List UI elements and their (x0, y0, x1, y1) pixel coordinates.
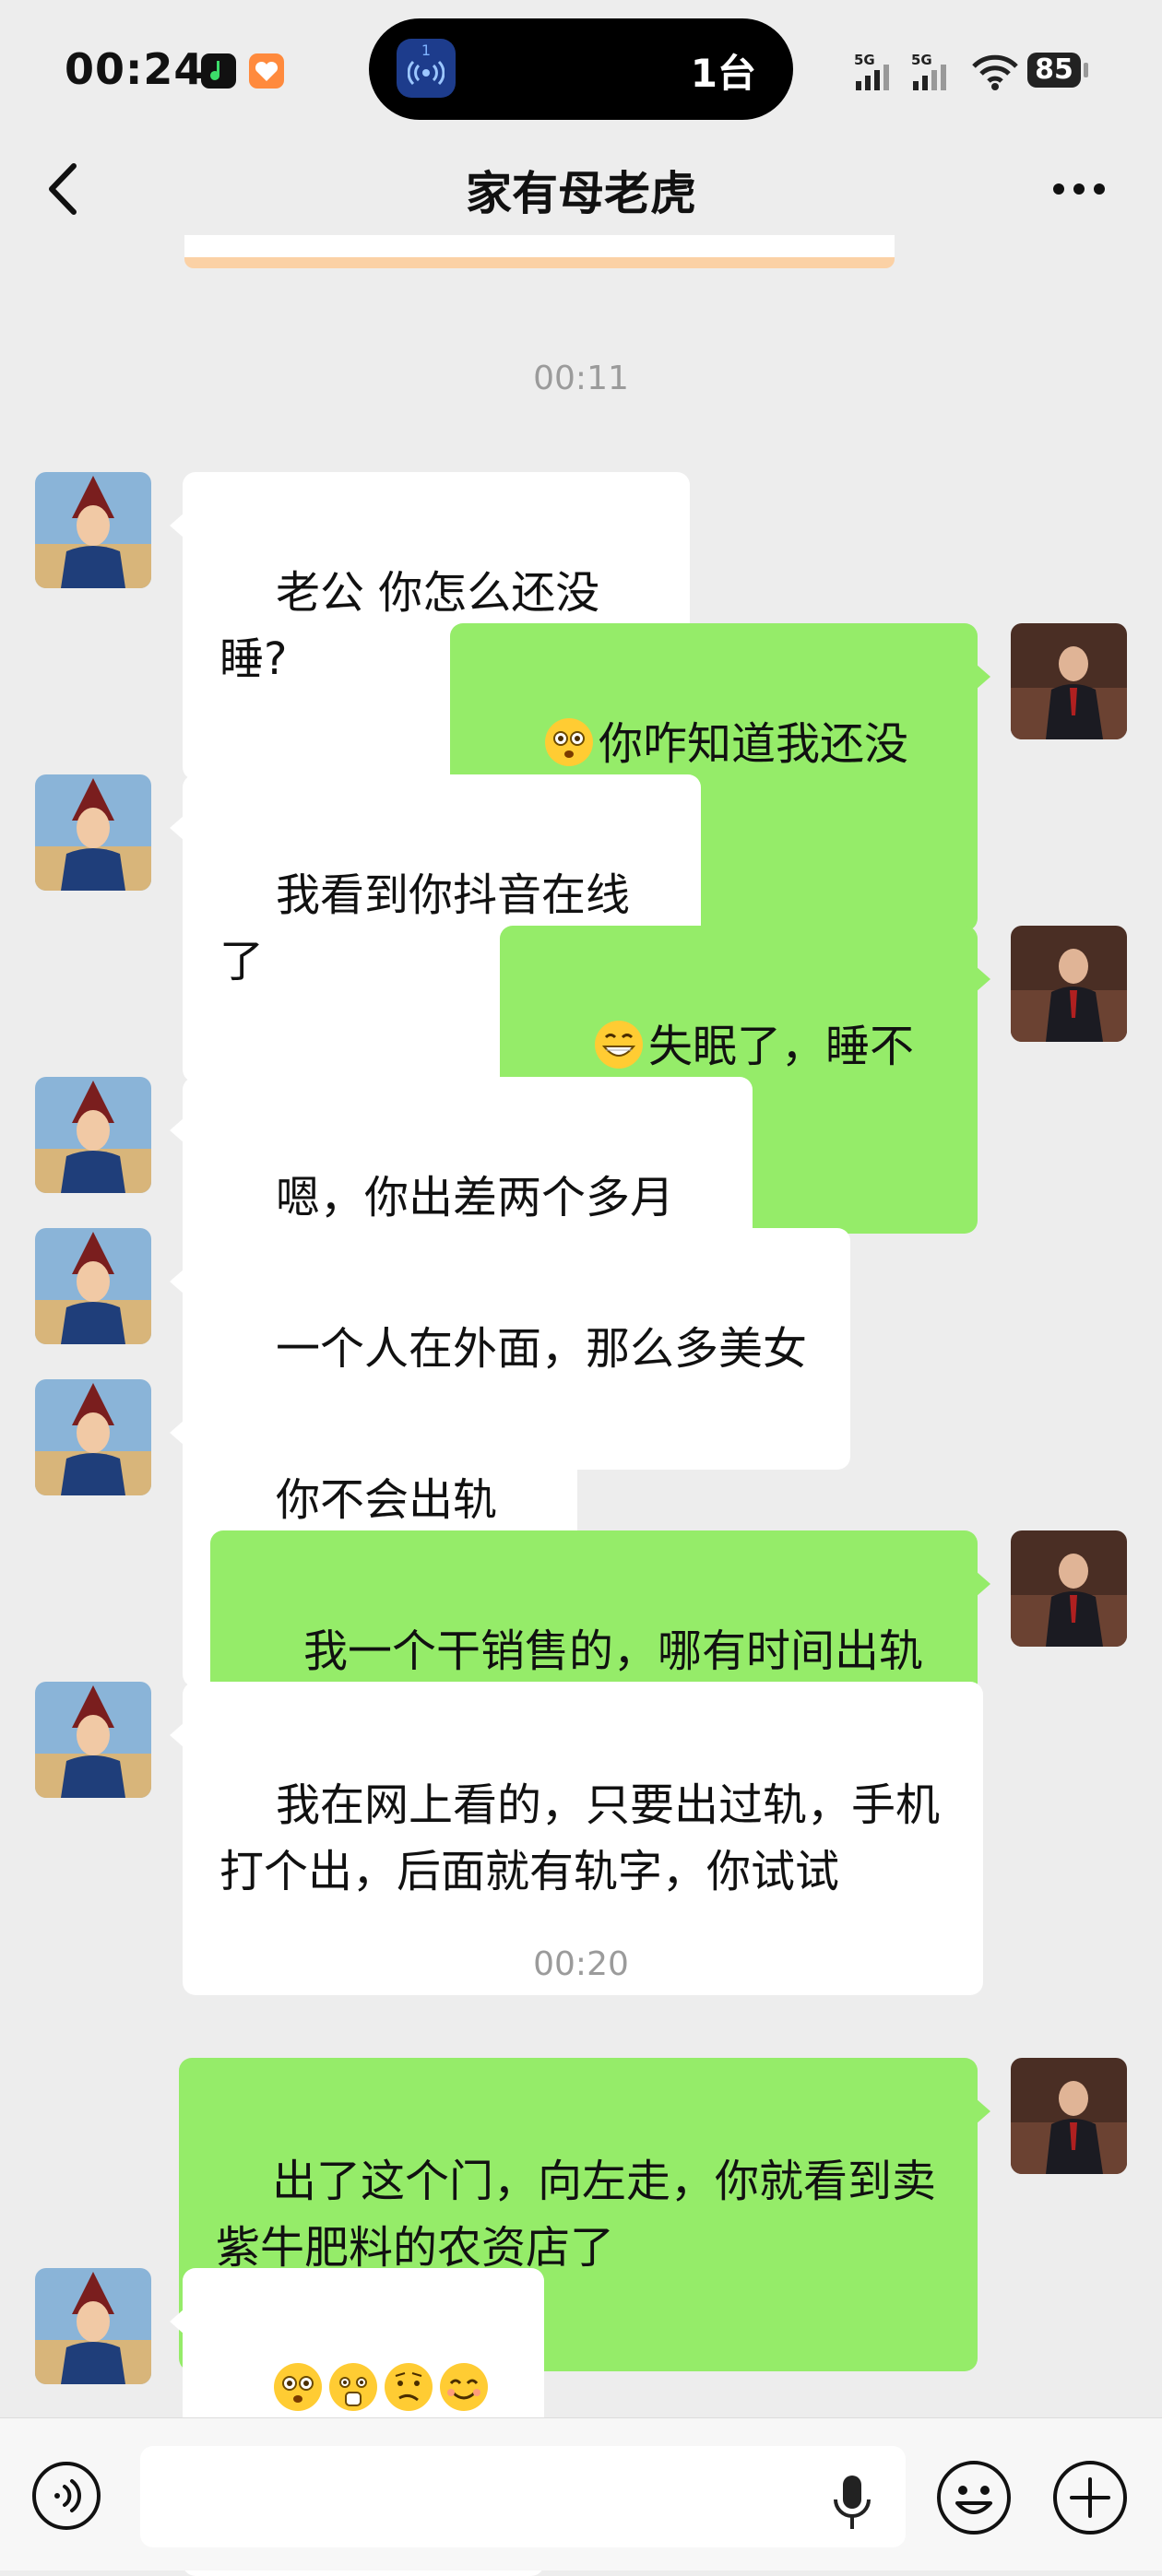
chat-title: 家有母老虎 (466, 167, 696, 220)
more-button[interactable] (1042, 175, 1116, 203)
svg-text:5G: 5G (854, 52, 875, 68)
voice-mode-button[interactable] (31, 2461, 101, 2531)
message-input[interactable] (140, 2446, 906, 2547)
fearful-face-icon (329, 2363, 378, 2411)
message-row: 失眠了，睡不着 (0, 926, 1162, 1234)
message-row: 你咋知道我还没睡 (0, 623, 1162, 931)
avatar-contact[interactable] (35, 1379, 151, 1495)
message-row: 出了这个门，向左走，你就看到卖 紫牛肥料的农资店了 (0, 2058, 1162, 2371)
message-row: 我一个干销售的，哪有时间出轨 (0, 1530, 1162, 1772)
dynamic-island[interactable]: 1 1台 (369, 18, 793, 120)
message-text: 出了这个门，向左走，你就看到卖 紫牛肥料的农资店了 (216, 2156, 937, 2274)
message-text: 我一个干销售的，哪有时间出轨 (303, 1625, 924, 1677)
microphone-icon[interactable] (832, 2474, 872, 2531)
confused-face-icon (385, 2363, 433, 2411)
message-row: 你不会出轨吧? (0, 1379, 1162, 1687)
message-text: 我在网上看的，只要出过轨，手机 打个出，后面就有轨字，你试试 (219, 1779, 941, 1897)
message-timestamp: 00:20 (533, 1945, 629, 1983)
input-bar (0, 2417, 1162, 2570)
device-count: 1台 (690, 51, 756, 96)
music-app-icon (201, 53, 236, 89)
flushed-face-icon (545, 718, 594, 766)
emoji-icon (937, 2461, 1011, 2535)
smiling-face-icon (440, 2363, 489, 2411)
message-row (0, 2268, 1162, 2576)
avatar-contact[interactable] (35, 1682, 151, 1798)
previous-message-bubble[interactable] (184, 235, 895, 268)
svg-text:5G: 5G (911, 52, 932, 68)
avatar-contact[interactable] (35, 472, 151, 588)
message-row: 我在网上看的，只要出过轨，手机 打个出，后面就有轨字，你试试 (0, 1682, 1162, 1995)
avatar-contact[interactable] (35, 1077, 151, 1193)
cellular-signal-icon: 5G (852, 52, 898, 92)
message-text: 一个人在外面，那么多美女 (276, 1323, 808, 1375)
message-row: 嗯，你出差两个多月了 (0, 1077, 1162, 1385)
battery-level: 85 (1027, 53, 1081, 88)
chat-header: 家有母老虎 (0, 138, 1162, 240)
message-row: 老公 你怎么还没睡? (0, 472, 1162, 780)
broadcast-icon: 1 (397, 39, 456, 98)
wifi-icon (970, 52, 1020, 92)
cellular-signal-icon: 5G (909, 52, 955, 92)
grinning-face-icon (595, 1021, 644, 1069)
avatar-self[interactable] (1011, 926, 1127, 1042)
ellipsis-icon (1053, 183, 1105, 195)
avatar-self[interactable] (1011, 2058, 1127, 2174)
status-time: 00:24 (65, 44, 205, 94)
heart-app-icon (249, 53, 284, 89)
battery-icon (1084, 63, 1088, 77)
message-row: 一个人在外面，那么多美女 (0, 1228, 1162, 1470)
emoji-button[interactable] (935, 2459, 1013, 2536)
avatar-contact[interactable] (35, 774, 151, 891)
message-row: 我看到你抖音在线了 (0, 774, 1162, 1082)
plus-icon (1053, 2461, 1127, 2535)
message-timestamp: 00:11 (533, 360, 629, 397)
status-bar: 00:24 1 1台 5G 5G 85 (0, 0, 1162, 143)
avatar-contact[interactable] (35, 2268, 151, 2384)
avatar-contact[interactable] (35, 1228, 151, 1344)
voice-mode-icon (32, 2462, 101, 2530)
avatar-self[interactable] (1011, 623, 1127, 739)
avatar-self[interactable] (1011, 1530, 1127, 1647)
more-functions-button[interactable] (1051, 2459, 1129, 2536)
flushed-face-icon (274, 2363, 323, 2411)
